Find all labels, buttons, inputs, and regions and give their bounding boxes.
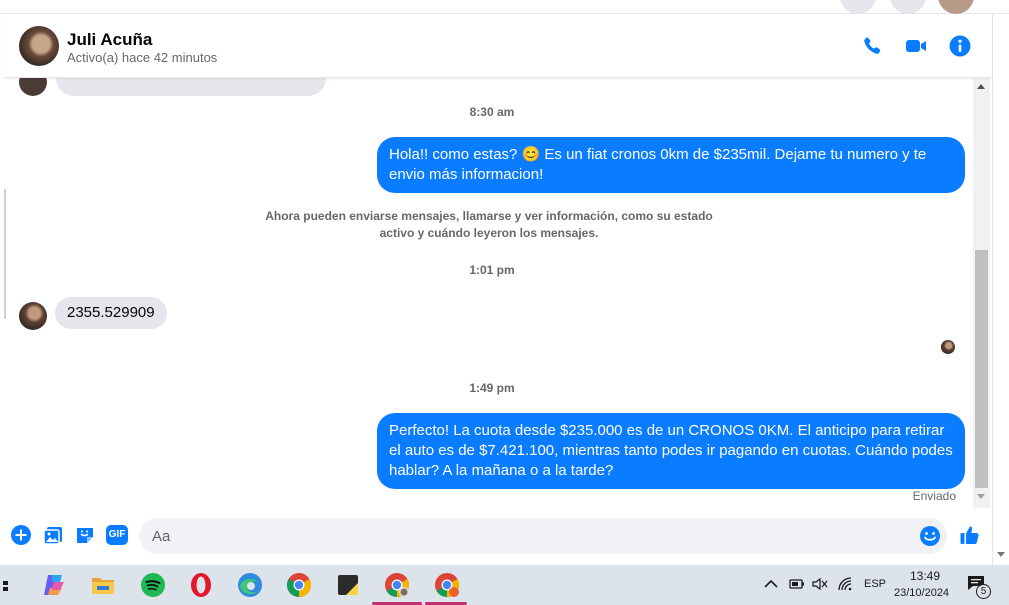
contact-avatar[interactable] (19, 26, 59, 66)
clock-time[interactable]: 13:49 (910, 569, 940, 583)
spotify-icon[interactable] (139, 571, 167, 599)
sticker-icon[interactable] (74, 524, 96, 546)
emoji-icon[interactable] (919, 525, 941, 547)
page-scroll-down-icon[interactable] (997, 552, 1005, 557)
outgoing-message[interactable]: Perfecto! La cuota desde $235.000 es de … (377, 413, 965, 489)
scroll-down-arrow-icon[interactable] (977, 494, 985, 499)
timestamp: 1:49 pm (469, 381, 515, 395)
chat-header: Juli Acuña Activo(a) hace 42 minutos (4, 14, 992, 78)
copilot-icon[interactable] (40, 571, 68, 599)
chrome-icon[interactable] (285, 571, 313, 599)
contact-status: Activo(a) hace 42 minutos (67, 50, 218, 65)
opera-icon[interactable] (187, 571, 215, 599)
gif-icon[interactable]: GIF (106, 525, 128, 545)
chrome-profile-2-icon[interactable] (433, 571, 461, 599)
wifi-icon[interactable] (837, 576, 853, 592)
phone-icon[interactable] (860, 34, 884, 58)
top-avatar-placeholder[interactable] (840, 0, 876, 14)
file-explorer-icon[interactable] (89, 571, 117, 599)
scrollbar-thumb[interactable] (975, 250, 988, 488)
message-list: 8:30 am Hola!! como estas? 😊 Es un fiat … (4, 78, 992, 508)
chat-window: Juli Acuña Activo(a) hace 42 minutos 8:3… (4, 14, 992, 565)
photo-icon[interactable] (42, 524, 64, 546)
read-receipt-avatar (941, 340, 955, 354)
taskbar: ESP 13:49 23/10/2024 5 (0, 565, 1009, 605)
outgoing-message[interactable]: Hola!! como estas? 😊 Es un fiat cronos 0… (377, 137, 965, 193)
chevron-up-icon[interactable] (764, 579, 778, 589)
top-avatar-placeholder[interactable] (938, 0, 974, 14)
timestamp: 8:30 am (469, 105, 515, 119)
battery-icon[interactable] (787, 577, 805, 591)
language-indicator[interactable]: ESP (864, 578, 886, 590)
browser-top-strip (0, 0, 1009, 14)
task-view-icon[interactable] (0, 576, 10, 594)
message-input[interactable] (139, 518, 947, 554)
like-icon[interactable] (959, 524, 981, 546)
volume-muted-icon[interactable] (812, 577, 828, 591)
right-gutter (992, 14, 1009, 565)
chrome-profile-icon[interactable] (383, 571, 411, 599)
contact-avatar-small[interactable] (19, 302, 47, 330)
edge-icon[interactable] (236, 571, 264, 599)
notification-count-badge: 5 (976, 584, 991, 599)
plus-icon[interactable] (10, 524, 32, 546)
info-icon[interactable] (948, 34, 972, 58)
video-icon[interactable] (904, 34, 928, 58)
composer: GIF (4, 512, 992, 562)
previous-message-bubble (56, 78, 326, 96)
scrollbar[interactable] (973, 78, 990, 508)
sent-status: Enviado (912, 489, 956, 503)
system-notice: Ahora pueden enviarse mensajes, llamarse… (265, 209, 713, 240)
contact-name[interactable]: Juli Acuña (67, 30, 152, 50)
timestamp: 1:01 pm (469, 263, 515, 277)
top-avatar-placeholder[interactable] (890, 0, 926, 14)
clock-date[interactable]: 23/10/2024 (894, 587, 949, 599)
previous-message-avatar (19, 78, 47, 96)
sticky-notes-icon[interactable] (334, 571, 362, 599)
incoming-message[interactable]: 2355.529909 (55, 297, 167, 329)
scroll-up-arrow-icon[interactable] (977, 84, 985, 89)
